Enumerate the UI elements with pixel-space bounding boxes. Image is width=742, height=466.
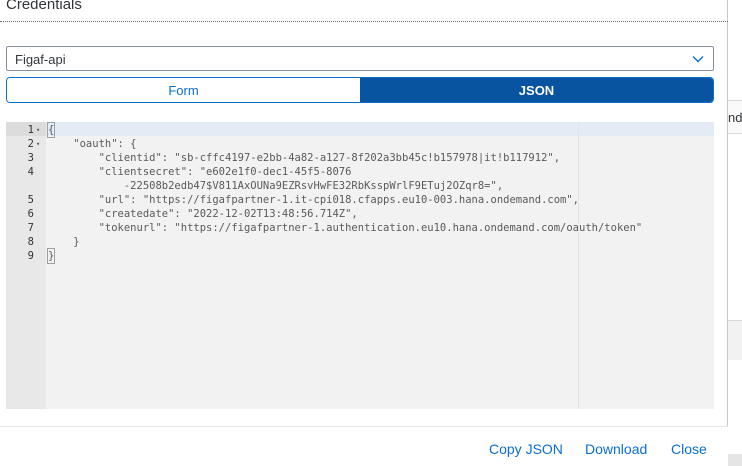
dialog-title: Credentials <box>6 0 82 13</box>
code-line[interactable]: 8 } <box>6 235 714 249</box>
background-tab[interactable]: nd <box>728 100 742 134</box>
code-text: { <box>46 122 56 138</box>
close-button[interactable]: Close <box>671 441 707 457</box>
background-scrollbar[interactable] <box>728 454 742 466</box>
code-line[interactable]: 7 "tokenurl": "https://figafpartner-1.au… <box>6 221 714 235</box>
code-line[interactable]: 9} <box>6 248 714 264</box>
line-number: 4 <box>27 166 34 178</box>
line-number: 8 <box>27 236 34 248</box>
copy-json-button[interactable]: Copy JSON <box>489 441 563 457</box>
code-text: } <box>48 236 80 248</box>
code-text: "createdate": "2022-12-02T13:48:56.714Z"… <box>48 208 358 220</box>
code-line[interactable]: 3 "clientid": "sb-cffc4197-e2bb-4a82-a12… <box>6 151 714 165</box>
editor-lines: 1 ▾{2 ▾ "oauth": {3 "clientid": "sb-cffc41… <box>6 122 714 264</box>
line-number: 5 <box>27 194 34 206</box>
background-tab-label: nd <box>728 110 742 125</box>
code-text: "clientid": "sb-cffc4197-e2bb-4a82-a127-… <box>48 152 561 164</box>
line-number: 6 <box>27 208 34 220</box>
dialog-footer: Copy JSON Download Close <box>0 426 728 466</box>
line-number: 1 <box>27 124 34 136</box>
json-editor[interactable]: 1 ▾{2 ▾ "oauth": {3 "clientid": "sb-cffc41… <box>6 122 714 409</box>
code-line[interactable]: 2 ▾ "oauth": { <box>6 137 714 151</box>
code-line[interactable]: 4 "clientsecret": "e602e1f0-dec1-45f5-80… <box>6 165 714 193</box>
chevron-down-icon[interactable] <box>691 52 705 66</box>
background-page: nd <box>728 0 742 466</box>
code-line[interactable]: 1 ▾{ <box>6 122 714 138</box>
code-line[interactable]: 5 "url": "https://figafpartner-1.it-cpi0… <box>6 193 714 207</box>
code-text: } <box>46 248 56 264</box>
json-toggle-button[interactable]: JSON <box>360 78 713 102</box>
code-text: "clientsecret": "e602e1f0-dec1-45f5-8076… <box>98 166 504 192</box>
code-line[interactable]: 6 "createdate": "2022-12-02T13:48:56.714… <box>6 207 714 221</box>
line-number: 3 <box>27 152 34 164</box>
fold-arrow-icon[interactable]: ▾ <box>36 137 44 151</box>
code-text: "tokenurl": "https://figafpartner-1.auth… <box>48 222 643 234</box>
background-panel <box>728 320 742 360</box>
dialog-header: Credentials <box>0 0 728 22</box>
fold-arrow-icon[interactable]: ▾ <box>36 123 44 137</box>
line-number: 9 <box>27 250 34 262</box>
credential-select[interactable]: Figaf-api <box>6 46 714 71</box>
code-text: "url": "https://figafpartner-1.it-cpi018… <box>48 194 580 206</box>
view-toggle: Form JSON <box>6 77 714 103</box>
line-number: 2 <box>27 138 34 150</box>
code-text: "oauth": { <box>48 138 137 150</box>
credentials-dialog: Credentials Figaf-api Form JSON 1 ▾{2 ▾ "o… <box>0 0 728 466</box>
form-toggle-button[interactable]: Form <box>7 78 360 102</box>
line-number: 7 <box>27 222 34 234</box>
credential-select-value: Figaf-api <box>15 52 66 67</box>
download-button[interactable]: Download <box>585 441 647 457</box>
